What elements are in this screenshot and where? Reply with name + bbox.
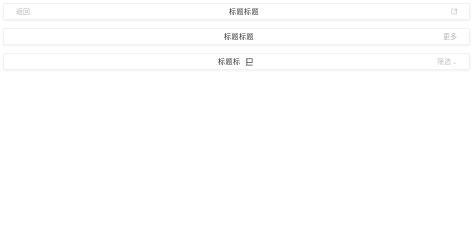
filter-dropdown-label: 筛选 <box>436 58 451 66</box>
nav-bar-title: 标题标题 <box>229 8 259 16</box>
nav-bar-2: 标题标题 更多 <box>3 28 470 45</box>
nav-bar-1: 返回 标题标题 <box>3 3 470 20</box>
chevron-down-icon: ⌄ <box>451 59 457 66</box>
flag-icon[interactable] <box>245 57 254 66</box>
edit-icon[interactable] <box>451 8 458 15</box>
page: 返回 标题标题 标题标题 更多 标题标 筛选⌄ <box>0 0 474 248</box>
nav-bar-title: 标题标 <box>218 58 241 66</box>
filter-dropdown[interactable]: 筛选⌄ <box>437 57 457 68</box>
back-link[interactable]: 返回 <box>16 7 30 17</box>
nav-bar-3: 标题标 筛选⌄ <box>3 53 470 70</box>
nav-bar-title: 标题标题 <box>224 33 254 41</box>
more-link[interactable]: 更多 <box>443 32 457 42</box>
